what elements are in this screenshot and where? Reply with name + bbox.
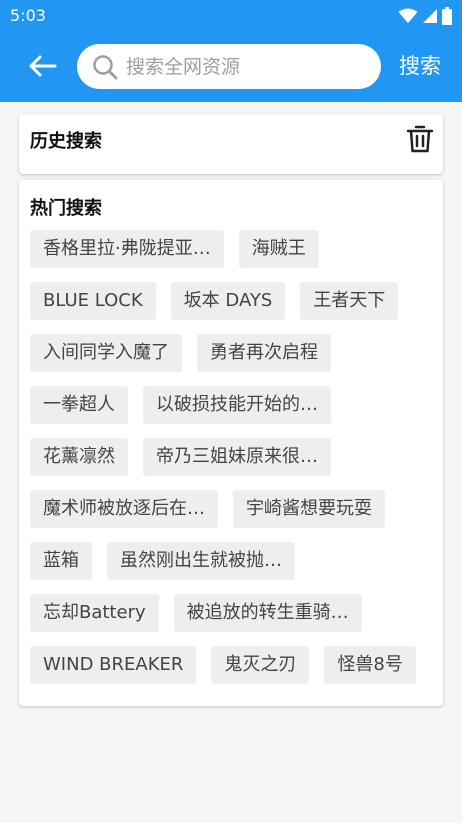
tag-row: 花薰凛然 帝乃三姐妹原来很… (30, 438, 434, 476)
hot-tag[interactable]: 入间同学入魔了 (30, 334, 182, 372)
hot-tag[interactable]: 花薰凛然 (30, 438, 128, 476)
hot-tag[interactable]: 坂本 DAYS (170, 282, 286, 320)
hot-tag[interactable]: 以破损技能开始的… (143, 386, 331, 424)
search-input[interactable] (126, 55, 366, 78)
tag-row: WIND BREAKER 鬼灭之刃 怪兽8号 (30, 646, 434, 684)
hot-tag[interactable]: 王者天下 (300, 282, 399, 320)
app-bar: 5:03 搜索 (0, 0, 462, 102)
clear-history-button[interactable] (406, 124, 434, 154)
hot-tag[interactable]: 忘却Battery (30, 594, 159, 632)
hot-tag[interactable]: 海贼王 (238, 230, 319, 268)
history-title: 历史搜索 (30, 131, 102, 152)
signal-icon (423, 9, 437, 23)
hot-search-title: 热门搜索 (30, 198, 102, 219)
search-box[interactable] (77, 44, 381, 89)
hot-tag[interactable]: 被追放的转生重骑… (173, 594, 362, 632)
tag-row: 一拳超人 以破损技能开始的… (30, 386, 434, 424)
hot-search-card: 热门搜索 香格里拉·弗陇提亚… 海贼王 BLUE LOCK 坂本 DAYS 王者… (19, 180, 443, 706)
tag-row: 香格里拉·弗陇提亚… 海贼王 (30, 230, 434, 268)
tag-row: 入间同学入魔了 勇者再次启程 (30, 334, 434, 372)
tag-row: BLUE LOCK 坂本 DAYS 王者天下 (30, 282, 434, 320)
hot-tags: 香格里拉·弗陇提亚… 海贼王 BLUE LOCK 坂本 DAYS 王者天下 入间… (30, 230, 434, 698)
hot-tag[interactable]: WIND BREAKER (30, 646, 197, 684)
hot-tag[interactable]: BLUE LOCK (30, 282, 156, 320)
search-icon (93, 54, 118, 79)
status-icons (398, 6, 452, 26)
hot-tag[interactable]: 鬼灭之刃 (211, 646, 310, 684)
search-button[interactable]: 搜索 (392, 50, 448, 82)
arrow-left-icon (29, 55, 57, 77)
hot-tag[interactable]: 怪兽8号 (324, 646, 416, 684)
hot-tag[interactable]: 香格里拉·弗陇提亚… (30, 230, 224, 268)
battery-icon (442, 7, 452, 25)
hot-tag[interactable]: 魔术师被放逐后在… (30, 490, 218, 528)
tag-row: 魔术师被放逐后在… 宇崎酱想要玩耍 (30, 490, 434, 528)
back-button[interactable] (22, 48, 62, 84)
tag-row: 忘却Battery 被追放的转生重骑… (30, 594, 434, 632)
wifi-icon (398, 8, 418, 23)
tag-row: 蓝箱 虽然刚出生就被抛… (30, 542, 434, 580)
status-time: 5:03 (10, 6, 46, 25)
history-card: 历史搜索 (19, 114, 443, 174)
status-bar: 5:03 (0, 0, 462, 32)
hot-tag[interactable]: 一拳超人 (30, 386, 128, 424)
hot-tag[interactable]: 勇者再次启程 (197, 334, 331, 372)
hot-tag[interactable]: 蓝箱 (30, 542, 92, 580)
hot-tag[interactable]: 帝乃三姐妹原来很… (143, 438, 331, 476)
hot-tag[interactable]: 宇崎酱想要玩耍 (233, 490, 385, 528)
hot-tag[interactable]: 虽然刚出生就被抛… (107, 542, 295, 580)
trash-icon (406, 125, 434, 153)
